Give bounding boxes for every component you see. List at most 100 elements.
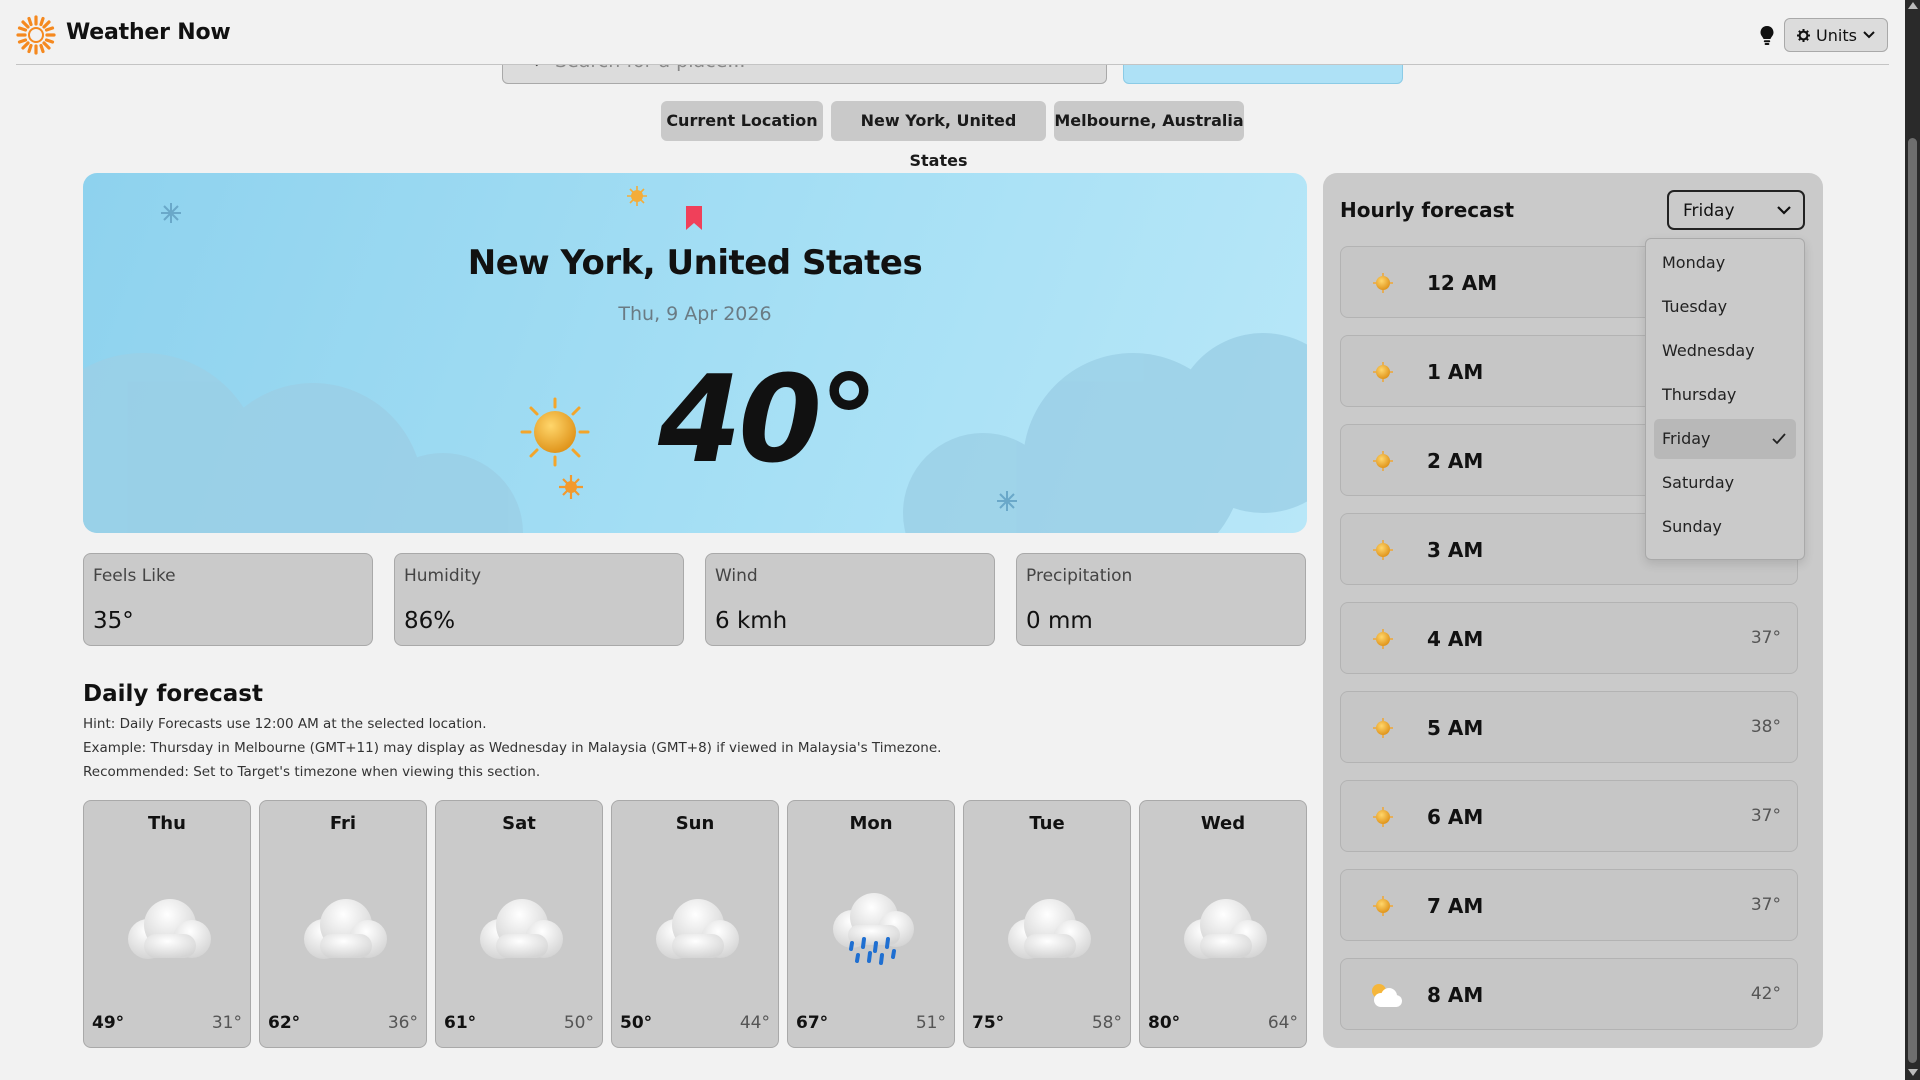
high-temp: 80° [1148,1013,1181,1033]
scroll-down-arrow[interactable] [1908,1069,1918,1076]
chevron-down-icon [1863,31,1875,39]
sun-logo-icon [16,15,56,55]
stat-label: Wind [715,566,758,586]
hour-time: 4 AM [1427,627,1484,651]
day-option-wednesday[interactable]: Wednesday [1654,331,1796,371]
header: Weather Now Units [16,0,1889,65]
partly-cloudy-icon [1367,981,1403,1009]
hour-temp: 37° [1750,895,1781,915]
stat-value: 0 mm [1026,608,1093,634]
hour-temp: 37° [1750,628,1781,648]
stat-value: 6 kmh [715,608,788,634]
day-option-friday[interactable]: Friday [1654,419,1796,459]
cloud-icon [646,889,746,969]
units-button[interactable]: Units [1784,18,1888,52]
daily-card-sat: Sat 61° 50° [435,800,603,1048]
current-weather-card: New York, United States Thu, 9 Apr 2026 … [83,173,1307,533]
day-option-saturday[interactable]: Saturday [1654,463,1796,503]
bookmark-icon[interactable] [685,205,703,231]
day-select[interactable]: Friday [1667,190,1805,230]
day-option-label: Monday [1662,253,1726,272]
daily-hint: Hint: Daily Forecasts use 12:00 AM at th… [83,716,487,732]
scrollbar-thumb[interactable] [1908,138,1917,1063]
day-option-label: Tuesday [1662,297,1728,316]
high-temp: 75° [972,1013,1005,1033]
daily-card-wed: Wed 80° 64° [1139,800,1307,1048]
hourly-row: 7 AM 37° [1340,869,1798,941]
sun-icon [1372,895,1394,917]
daily-forecast-title: Daily forecast [83,681,263,707]
day-option-monday[interactable]: Monday [1654,243,1796,283]
sun-icon [1372,450,1394,472]
stat-label: Feels Like [93,566,176,586]
day-option-thursday[interactable]: Thursday [1654,375,1796,415]
location-chip-new-york[interactable]: New York, United States [831,101,1046,170]
stat-precipitation: Precipitation 0 mm [1016,553,1306,646]
sun-icon [1372,539,1394,561]
daily-recommendation: Recommended: Set to Target's timezone wh… [83,764,541,780]
cloud-icon [998,889,1098,969]
low-temp: 36° [387,1013,418,1033]
app-title: Weather Now [66,20,231,45]
hour-time: 3 AM [1427,538,1484,562]
day-name: Fri [329,813,357,834]
day-option-label: Thursday [1662,385,1737,404]
low-temp: 31° [211,1013,242,1033]
day-name: Thu [148,813,186,834]
rain-cloud-icon [822,889,922,969]
hourly-row: 8 AM 42° [1340,958,1798,1030]
high-temp: 50° [620,1013,653,1033]
sun-icon [520,397,590,467]
hourly-row: 5 AM 38° [1340,691,1798,763]
cloud-icon [1174,889,1274,969]
day-option-label: Wednesday [1662,341,1755,360]
day-option-label: Friday [1662,429,1711,448]
location-chip-current[interactable]: Current Location [661,101,823,141]
stat-value: 86% [404,608,456,634]
cloud-icon [118,889,218,969]
current-date: Thu, 9 Apr 2026 [618,303,772,325]
stat-feels-like: Feels Like 35° [83,553,373,646]
daily-card-mon: Mon 67° 51° [787,800,955,1048]
sun-icon [1372,361,1394,383]
day-option-sunday[interactable]: Sunday [1654,507,1796,547]
day-select-menu: Monday Tuesday Wednesday Thursday Friday Satu… [1645,238,1805,560]
sun-icon [1372,272,1394,294]
cloud-icon [470,889,570,969]
location-chip-melbourne[interactable]: Melbourne, Australia [1054,101,1244,141]
sun-icon [1372,717,1394,739]
daily-card-tue: Tue 75° 58° [963,800,1131,1048]
hourly-forecast-title: Hourly forecast [1340,198,1515,222]
hour-time: 1 AM [1427,360,1484,384]
stat-label: Precipitation [1026,566,1133,586]
sun-icon [1372,628,1394,650]
chevron-down-icon [1777,206,1791,215]
scroll-up-arrow[interactable] [1908,2,1918,9]
day-option-label: Saturday [1662,473,1735,492]
low-temp: 51° [915,1013,946,1033]
low-temp: 50° [563,1013,594,1033]
high-temp: 67° [796,1013,829,1033]
sun-icon [1372,806,1394,828]
low-temp: 64° [1267,1013,1298,1033]
hour-time: 6 AM [1427,805,1484,829]
low-temp: 58° [1091,1013,1122,1033]
lightbulb-icon[interactable] [1756,24,1778,46]
stat-humidity: Humidity 86% [394,553,684,646]
hour-temp: 42° [1750,984,1781,1004]
day-name: Sat [502,813,536,834]
high-temp: 61° [444,1013,477,1033]
low-temp: 44° [739,1013,770,1033]
day-option-tuesday[interactable]: Tuesday [1654,287,1796,327]
units-label: Units [1816,25,1857,45]
day-name: Wed [1200,813,1246,834]
day-select-value: Friday [1683,201,1735,221]
stat-label: Humidity [404,566,482,586]
day-option-label: Sunday [1662,517,1722,536]
day-name: Tue [1029,813,1065,834]
city-name: New York, United States [467,243,923,283]
hour-time: 5 AM [1427,716,1484,740]
current-temperature: 40° [658,351,879,490]
daily-card-thu: Thu 49° 31° [83,800,251,1048]
hour-time: 12 AM [1427,271,1498,295]
